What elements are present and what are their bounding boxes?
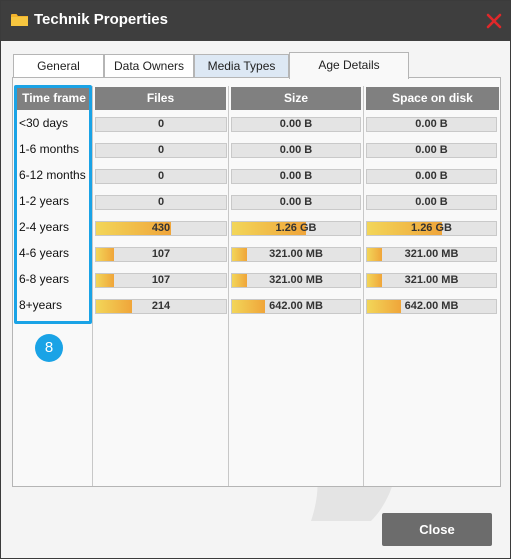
close-icon[interactable]	[484, 11, 504, 31]
size-value: 642.00 MB	[269, 300, 323, 312]
column-divider	[363, 86, 364, 486]
size-value: 0.00 B	[279, 118, 313, 130]
space-cell: 321.00 MB	[366, 247, 497, 262]
age-details-panel: Time frame Files Size Space on disk <30 …	[12, 77, 501, 487]
size-cell: 321.00 MB	[231, 273, 361, 288]
space-value: 0.00 B	[415, 144, 448, 156]
size-value: 321.00 MB	[269, 274, 323, 286]
files-cell: 0	[95, 195, 227, 210]
space-cell: 321.00 MB	[366, 273, 497, 288]
header-size: Size	[231, 87, 361, 110]
column-divider	[228, 86, 229, 486]
size-cell: 0.00 B	[231, 117, 361, 132]
space-cell: 0.00 B	[366, 117, 497, 132]
size-value: 321.00 MB	[269, 248, 323, 260]
tab-general[interactable]: General	[13, 54, 104, 78]
tab-media-types[interactable]: Media Types	[194, 54, 289, 78]
tab-data-owners[interactable]: Data Owners	[104, 54, 194, 78]
files-cell: 0	[95, 143, 227, 158]
size-value: 0.00 B	[279, 170, 313, 182]
properties-dialog: Technik Properties General Data Owners M…	[0, 0, 511, 559]
files-value: 107	[151, 248, 171, 260]
space-cell: 642.00 MB	[366, 299, 497, 314]
size-value: 0.00 B	[279, 196, 313, 208]
space-value: 642.00 MB	[404, 300, 459, 312]
space-value: 1.26 GB	[411, 222, 452, 234]
space-value: 0.00 B	[415, 118, 448, 130]
files-cell: 214	[95, 299, 227, 314]
time-frame-label: 4-6 years	[19, 246, 70, 260]
files-value: 214	[151, 300, 171, 312]
files-value: 0	[157, 170, 165, 182]
files-value: 0	[157, 144, 165, 156]
size-value: 1.26 GB	[275, 222, 317, 234]
space-cell: 0.00 B	[366, 169, 497, 184]
files-cell: 107	[95, 273, 227, 288]
tab-age-details[interactable]: Age Details	[289, 52, 409, 79]
header-space-on-disk: Space on disk	[366, 87, 499, 110]
title-bar: Technik Properties	[1, 1, 510, 41]
time-frame-label: 2-4 years	[19, 220, 70, 234]
files-cell: 107	[95, 247, 227, 262]
files-value: 107	[151, 274, 171, 286]
size-cell: 0.00 B	[231, 169, 361, 184]
header-files: Files	[95, 87, 226, 110]
time-frame-label: 6-12 months	[19, 168, 86, 182]
space-cell: 1.26 GB	[366, 221, 497, 236]
space-cell: 0.00 B	[366, 195, 497, 210]
size-cell: 642.00 MB	[231, 299, 361, 314]
size-value: 0.00 B	[279, 144, 313, 156]
size-cell: 0.00 B	[231, 143, 361, 158]
dialog-title: Technik Properties	[34, 11, 168, 28]
files-cell: 430	[95, 221, 227, 236]
space-value: 0.00 B	[415, 170, 448, 182]
size-cell: 321.00 MB	[231, 247, 361, 262]
files-value: 0	[157, 196, 165, 208]
close-button[interactable]: Close	[382, 513, 492, 546]
size-cell: 1.26 GB	[231, 221, 361, 236]
files-cell: 0	[95, 117, 227, 132]
time-frame-label: 8+years	[19, 298, 63, 312]
space-cell: 0.00 B	[366, 143, 497, 158]
files-value: 430	[151, 222, 171, 234]
time-frame-label: 6-8 years	[19, 272, 70, 286]
space-value: 0.00 B	[415, 196, 448, 208]
column-divider	[92, 86, 93, 486]
files-cell: 0	[95, 169, 227, 184]
time-frame-label: 1-2 years	[19, 194, 70, 208]
callout-badge: 8	[35, 334, 63, 362]
time-frame-label: <30 days	[19, 116, 69, 130]
space-value: 321.00 MB	[404, 274, 459, 286]
time-frame-label: 1-6 months	[19, 142, 80, 156]
folder-icon	[11, 14, 28, 26]
files-value: 0	[157, 118, 165, 130]
header-time-frame: Time frame	[17, 87, 91, 110]
space-value: 321.00 MB	[404, 248, 459, 260]
size-cell: 0.00 B	[231, 195, 361, 210]
